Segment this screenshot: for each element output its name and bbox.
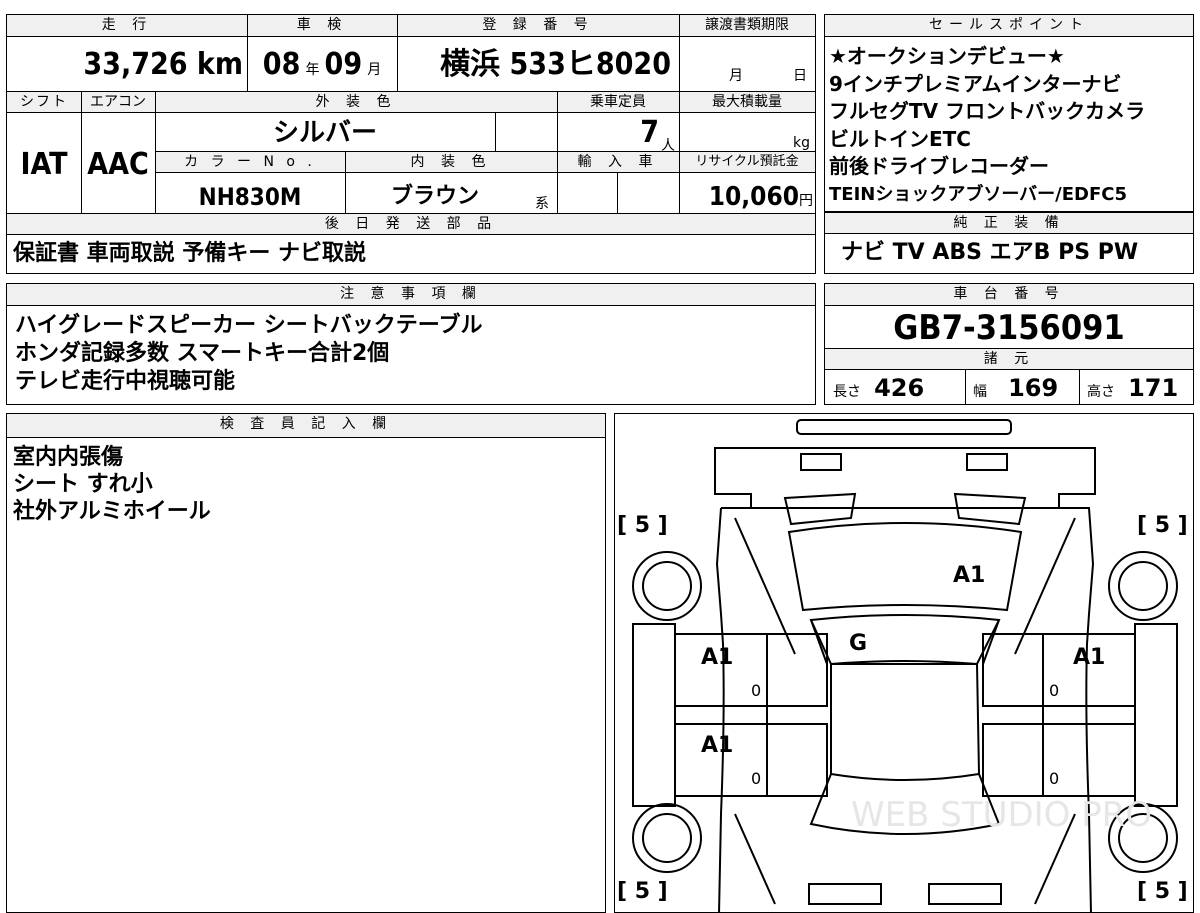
deadline-month-unit: 月 bbox=[729, 68, 743, 84]
sales-point-line: フルセグTV フロントバックカメラ bbox=[829, 99, 1146, 123]
aircon-value: AAC bbox=[87, 147, 149, 182]
inspection-year-unit: 年 bbox=[305, 62, 320, 78]
inspector-line: 室内内張傷 bbox=[13, 445, 124, 470]
aircon-header: エアコン bbox=[81, 91, 155, 113]
deadline-header: 譲渡書類期限 bbox=[679, 15, 815, 37]
recycle-header: リサイクル預託金 bbox=[679, 151, 815, 173]
car-diagram-panel: [ 5 ] [ 5 ] [ 5 ] [ 5 ] A1 G A1 A1 A1 0 … bbox=[614, 413, 1194, 913]
spec-height: 高さ 171 bbox=[1087, 374, 1178, 402]
inspector-notes: 室内内張傷 シート すれ小 社外アルミホイール bbox=[13, 444, 211, 525]
deadline-day-unit: 日 bbox=[793, 68, 807, 84]
registration-header: 登 録 番 号 bbox=[397, 15, 679, 37]
sales-points-panel: セールスポイント ★オークションデビュー★ 9インチプレミアムインターナビ フル… bbox=[824, 14, 1194, 212]
inspector-line: シート すれ小 bbox=[13, 472, 153, 497]
import-header: 輸 入 車 bbox=[557, 151, 679, 173]
recycle-unit: 円 bbox=[799, 193, 813, 209]
vehicle-info-table: 走 行 車 検 登 録 番 号 譲渡書類期限 33,726 km 08 年 09… bbox=[6, 14, 816, 274]
damage-mark-windshield: G bbox=[849, 631, 867, 656]
color-no-value: NH830M bbox=[198, 183, 302, 211]
sales-point-line: 9インチプレミアムインターナビ bbox=[829, 71, 1122, 96]
damage-mark-left-rear-door: A1 bbox=[701, 733, 733, 758]
interior-color-value: ブラウン bbox=[390, 184, 479, 209]
interior-suffix: 系 bbox=[535, 196, 549, 212]
sales-point-line: ビルトインETC bbox=[829, 126, 971, 151]
zero-mark: 0 bbox=[751, 681, 761, 700]
shift-value: IAT bbox=[20, 147, 68, 182]
capacity-header: 乗車定員 bbox=[557, 91, 679, 113]
inspection-month: 09 bbox=[324, 47, 363, 82]
zero-mark: 0 bbox=[1049, 681, 1059, 700]
chassis-header: 車 台 番 号 bbox=[825, 284, 1193, 306]
spec-width-label: 幅 bbox=[973, 384, 987, 400]
inspection-header: 車 検 bbox=[247, 15, 397, 37]
spec-length: 長さ 426 bbox=[833, 374, 924, 402]
genuine-equipment-value: ナビ TV ABS エアB PS PW bbox=[841, 240, 1139, 265]
note-line: テレビ走行中視聴可能 bbox=[15, 369, 236, 394]
exterior-color-value: シルバー bbox=[272, 118, 377, 148]
watermark: WEB STUDIO PRO bbox=[851, 795, 1152, 835]
inspection-year: 08 bbox=[262, 47, 301, 82]
damage-mark-hood: A1 bbox=[953, 563, 985, 588]
later-parts-value: 保証書 車両取説 予備キー ナビ取説 bbox=[13, 241, 366, 266]
tire-label-front-right: [ 5 ] bbox=[1137, 513, 1188, 538]
max-load-unit: kg bbox=[793, 135, 810, 151]
mileage-header: 走 行 bbox=[7, 15, 247, 37]
inspector-header: 検 査 員 記 入 欄 bbox=[7, 414, 605, 438]
spec-width-value: 169 bbox=[1008, 374, 1059, 402]
zero-mark: 0 bbox=[1049, 769, 1059, 788]
max-load-header: 最大積載量 bbox=[679, 91, 815, 113]
inspection-month-unit: 月 bbox=[367, 62, 382, 78]
chassis-panel: 車 台 番 号 GB7-3156091 諸 元 長さ 426 幅 169 高さ … bbox=[824, 283, 1194, 405]
color-no-header: カ ラ ー N o . bbox=[155, 151, 345, 173]
later-parts-header: 後 日 発 送 部 品 bbox=[7, 213, 815, 235]
notes-panel: 注 意 事 項 欄 ハイグレードスピーカー シートバックテーブル ホンダ記録多数… bbox=[6, 283, 816, 405]
mileage-value: 33,726 km bbox=[83, 47, 243, 82]
inspection-value: 08 年 09 月 bbox=[247, 45, 397, 85]
sales-point-line: 前後ドライブレコーダー bbox=[829, 154, 1049, 178]
interior-color-header: 内 装 色 bbox=[345, 151, 557, 173]
tire-label-front-left: [ 5 ] bbox=[617, 513, 668, 538]
note-line: ホンダ記録多数 スマートキー合計2個 bbox=[15, 341, 390, 366]
inspector-line: 社外アルミホイール bbox=[13, 499, 211, 524]
spec-width: 幅 169 bbox=[973, 374, 1058, 402]
sales-point-line: TEINショックアブソーバー/EDFC5 bbox=[829, 183, 1127, 205]
specs-header: 諸 元 bbox=[825, 348, 1193, 370]
shift-header: シフト bbox=[7, 91, 81, 113]
recycle-value-wrap: 10,060円 bbox=[679, 177, 813, 217]
spec-height-value: 171 bbox=[1128, 374, 1179, 402]
notes-header: 注 意 事 項 欄 bbox=[7, 284, 815, 306]
spec-height-label: 高さ bbox=[1087, 384, 1115, 400]
recycle-value: 10,060 bbox=[708, 182, 799, 212]
sales-points-list: ★オークションデビュー★ 9インチプレミアムインターナビ フルセグTV フロント… bbox=[829, 43, 1145, 208]
damage-mark-left-front-door: A1 bbox=[701, 645, 733, 670]
spec-length-value: 426 bbox=[874, 374, 925, 402]
tire-label-rear-left: [ 5 ] bbox=[617, 879, 668, 904]
zero-mark: 0 bbox=[751, 769, 761, 788]
chassis-value: GB7-3156091 bbox=[893, 308, 1125, 348]
capacity-value: 7 bbox=[640, 115, 659, 150]
notes-list: ハイグレードスピーカー シートバックテーブル ホンダ記録多数 スマートキー合計2… bbox=[15, 312, 482, 396]
genuine-equipment-header: 純 正 装 備 bbox=[825, 212, 1193, 234]
car-diagram: [ 5 ] [ 5 ] [ 5 ] [ 5 ] A1 G A1 A1 A1 0 … bbox=[617, 419, 1188, 912]
sales-points-header: セールスポイント bbox=[825, 15, 1193, 37]
exterior-color-header: 外 装 色 bbox=[155, 91, 557, 113]
damage-mark-right-front-door: A1 bbox=[1073, 645, 1105, 670]
inspector-panel: 検 査 員 記 入 欄 室内内張傷 シート すれ小 社外アルミホイール bbox=[6, 413, 606, 913]
genuine-equipment-panel: 純 正 装 備 ナビ TV ABS エアB PS PW bbox=[824, 212, 1194, 274]
registration-value: 横浜 533ヒ8020 bbox=[440, 47, 671, 82]
spec-length-label: 長さ bbox=[833, 384, 861, 400]
note-line: ハイグレードスピーカー シートバックテーブル bbox=[15, 313, 483, 338]
sales-point-line: ★オークションデビュー★ bbox=[829, 44, 1065, 68]
tire-label-rear-right: [ 5 ] bbox=[1137, 879, 1188, 904]
